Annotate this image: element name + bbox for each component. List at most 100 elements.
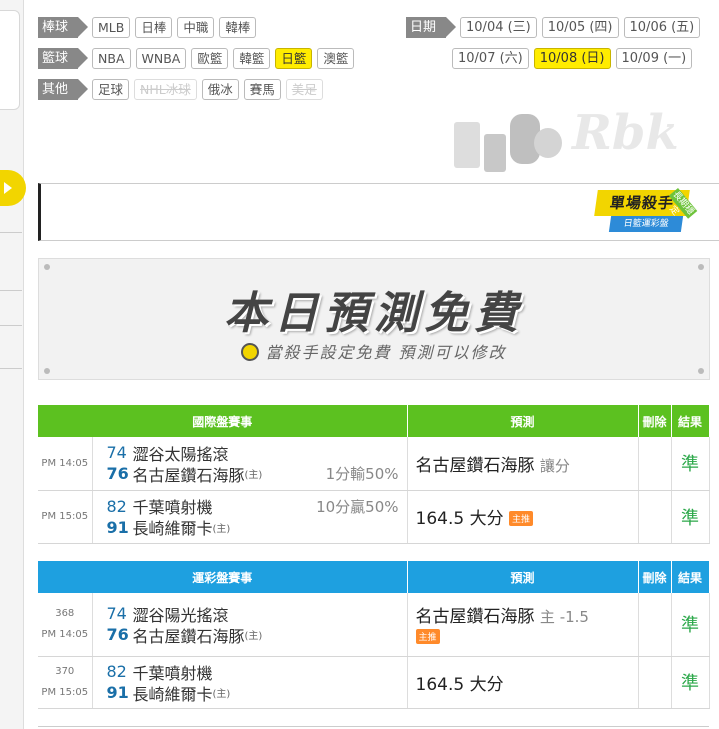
away-score: 82 [106,662,127,681]
home-score: 76 [106,625,129,645]
game-time-cell: 368 PM 14:05 [38,593,93,657]
sidebar-divider [0,368,22,369]
prediction-text: 名古屋鑽石海豚 [415,606,535,627]
home-score: 91 [106,683,129,702]
handicap-result: 1分輸50% [325,465,399,484]
prediction-text: 名古屋鑽石海豚 [415,455,535,476]
lottery-header-prediction: 預測 [407,561,639,593]
date-chip[interactable]: 10/07 (六) [452,47,529,69]
sidebar-divider [0,325,22,326]
game-cell: 74 澀谷太陽搖滾 76 名古屋鑽石海豚 (主) 1分輸50% [92,437,408,491]
chip-soccer[interactable]: 足球 [92,78,130,100]
screw-icon [44,264,50,270]
prediction-text: 164.5 大分 [415,509,504,529]
date-label: 日期 [406,16,457,38]
lottery-header-result: 結果 [671,561,710,593]
delete-cell [638,593,672,657]
handicap-result: 10分贏50% [316,497,399,516]
away-score: 74 [106,604,127,624]
game-time: PM 14:05 [38,437,93,491]
chip-nba[interactable]: NBA [92,47,131,69]
home-team: 長崎維爾卡 [132,684,213,704]
screw-icon [698,368,704,374]
chip-euro-basketball[interactable]: 歐籃 [191,47,229,69]
chip-npb[interactable]: 日棒 [135,16,173,38]
home-mark: (主) [212,689,231,700]
date-chip[interactable]: 10/06 (五) [623,16,701,38]
filter-row-basketball: 籃球 NBA WNBA 歐籃 韓籃 日籃 澳籃 [38,47,359,69]
killer-badge[interactable]: 單場殺手 日籃運彩盤 長期穩定 [592,186,718,244]
result-cell: 準 [671,656,710,709]
chip-horse-racing[interactable]: 賽馬 [243,78,281,100]
chip-kbo[interactable]: 韓棒 [219,16,257,38]
chip-khl[interactable]: 俄冰 [201,78,239,100]
delete-cell [638,490,672,544]
lottery-header-games: 運彩盤賽事 [38,561,408,593]
featured-tag: 主推 [415,628,440,644]
date-chip[interactable]: 10/05 (四) [541,16,619,38]
free-prediction-panel: 本日預測免費 當殺手設定免費 預測可以修改 [38,258,710,380]
home-team: 長崎維爾卡 [132,519,213,538]
date-chip[interactable]: 10/04 (三) [460,16,537,38]
chip-mlb[interactable]: MLB [92,16,131,38]
decorative-watermark: Rbk [572,105,679,161]
sidebar-divider [0,232,22,233]
intl-games-table: 國際盤賽事 預測 刪除 結果 PM 14:05 74 澀谷太陽搖滾 76 名古屋鑽石… [38,405,710,544]
screw-icon [698,264,704,270]
chip-korea-basketball[interactable]: 韓籃 [233,47,271,69]
home-score: 76 [106,464,129,484]
game-cell: 82 千葉噴射機 91 長崎維爾卡 (主) [92,656,408,709]
date-chip[interactable]: 10/09 (一) [615,47,693,69]
delete-cell [638,437,672,491]
free-panel-subtitle: 當殺手設定免費 預測可以修改 [39,339,709,363]
bottom-divider [38,726,709,727]
home-team: 名古屋鑽石海豚 [132,465,245,485]
prediction-note: 讓分 [539,456,570,475]
filter-row-other: 其他 足球 NHL冰球 俄冰 賽馬 美足 [38,78,328,100]
home-mark: (主) [244,631,263,643]
delete-cell [638,656,672,709]
game-time: PM 15:05 [41,687,89,698]
result-cell: 準 [671,437,710,491]
chip-nhl: NHL冰球 [134,78,197,100]
prediction-text: 164.5 大分 [415,674,504,695]
filter-row-baseball: 棒球 MLB 日棒 中職 韓棒 [38,16,261,38]
chip-wnba[interactable]: WNBA [135,47,187,69]
lottery-games-table: 運彩盤賽事 預測 刪除 結果 368 PM 14:05 74 澀谷陽光搖滾 76 名古… [38,561,710,709]
table-row: PM 15:05 82 千葉噴射機 10分贏50% 91 長崎維爾卡 (主) 164.5… [38,490,710,544]
game-cell: 82 千葉噴射機 10分贏50% 91 長崎維爾卡 (主) [92,490,408,544]
game-time-cell: 370 PM 15:05 [38,656,93,709]
left-panel-edge [0,10,20,110]
game-number: 370 [55,666,75,677]
home-team: 名古屋鑽石海豚 [132,626,245,646]
category-label-other: 其他 [38,78,89,100]
blurred-logo [454,108,564,188]
left-sidebar-strip [0,0,26,729]
lottery-header-delete: 刪除 [638,561,672,593]
chip-cpbl[interactable]: 中職 [177,16,215,38]
result-cell: 準 [671,593,710,657]
table-row: PM 14:05 74 澀谷太陽搖滾 76 名古屋鑽石海豚 (主) 1分輸50% 名古屋… [38,437,710,491]
lightbulb-icon [241,343,260,361]
sidebar-toggle-tab[interactable] [0,170,26,206]
away-score: 74 [106,443,127,463]
prediction-note: 主 -1.5 [539,607,589,626]
prediction-cell: 名古屋鑽石海豚 主 -1.5 主推 [407,593,639,657]
table-row: 368 PM 14:05 74 澀谷陽光搖滾 76 名古屋鑽石海豚 (主) 名古屋鑽石海… [38,593,710,657]
table-row: 370 PM 15:05 82 千葉噴射機 91 長崎維爾卡 (主) 164.5 大分 … [38,656,710,709]
prediction-cell: 164.5 大分 [407,656,639,709]
chip-nfl: 美足 [285,78,323,100]
away-score: 82 [106,496,127,516]
chip-australia-basketball[interactable]: 澳籃 [317,47,355,69]
date-chip-selected[interactable]: 10/08 (日) [533,47,611,69]
intl-header-prediction: 預測 [407,405,639,437]
free-panel-title: 本日預測免費 [224,288,524,339]
home-mark: (主) [244,470,263,482]
prediction-cell: 名古屋鑽石海豚 讓分 [407,437,639,491]
category-label-basketball: 籃球 [38,47,89,69]
game-time: PM 15:05 [38,490,93,544]
main-content: 棒球 MLB 日棒 中職 韓棒 籃球 NBA WNBA 歐籃 韓籃 日籃 澳籃 … [24,0,719,729]
category-label-baseball: 棒球 [38,16,89,38]
chip-japan-basketball[interactable]: 日籃 [275,47,313,69]
sidebar-divider [0,290,22,291]
